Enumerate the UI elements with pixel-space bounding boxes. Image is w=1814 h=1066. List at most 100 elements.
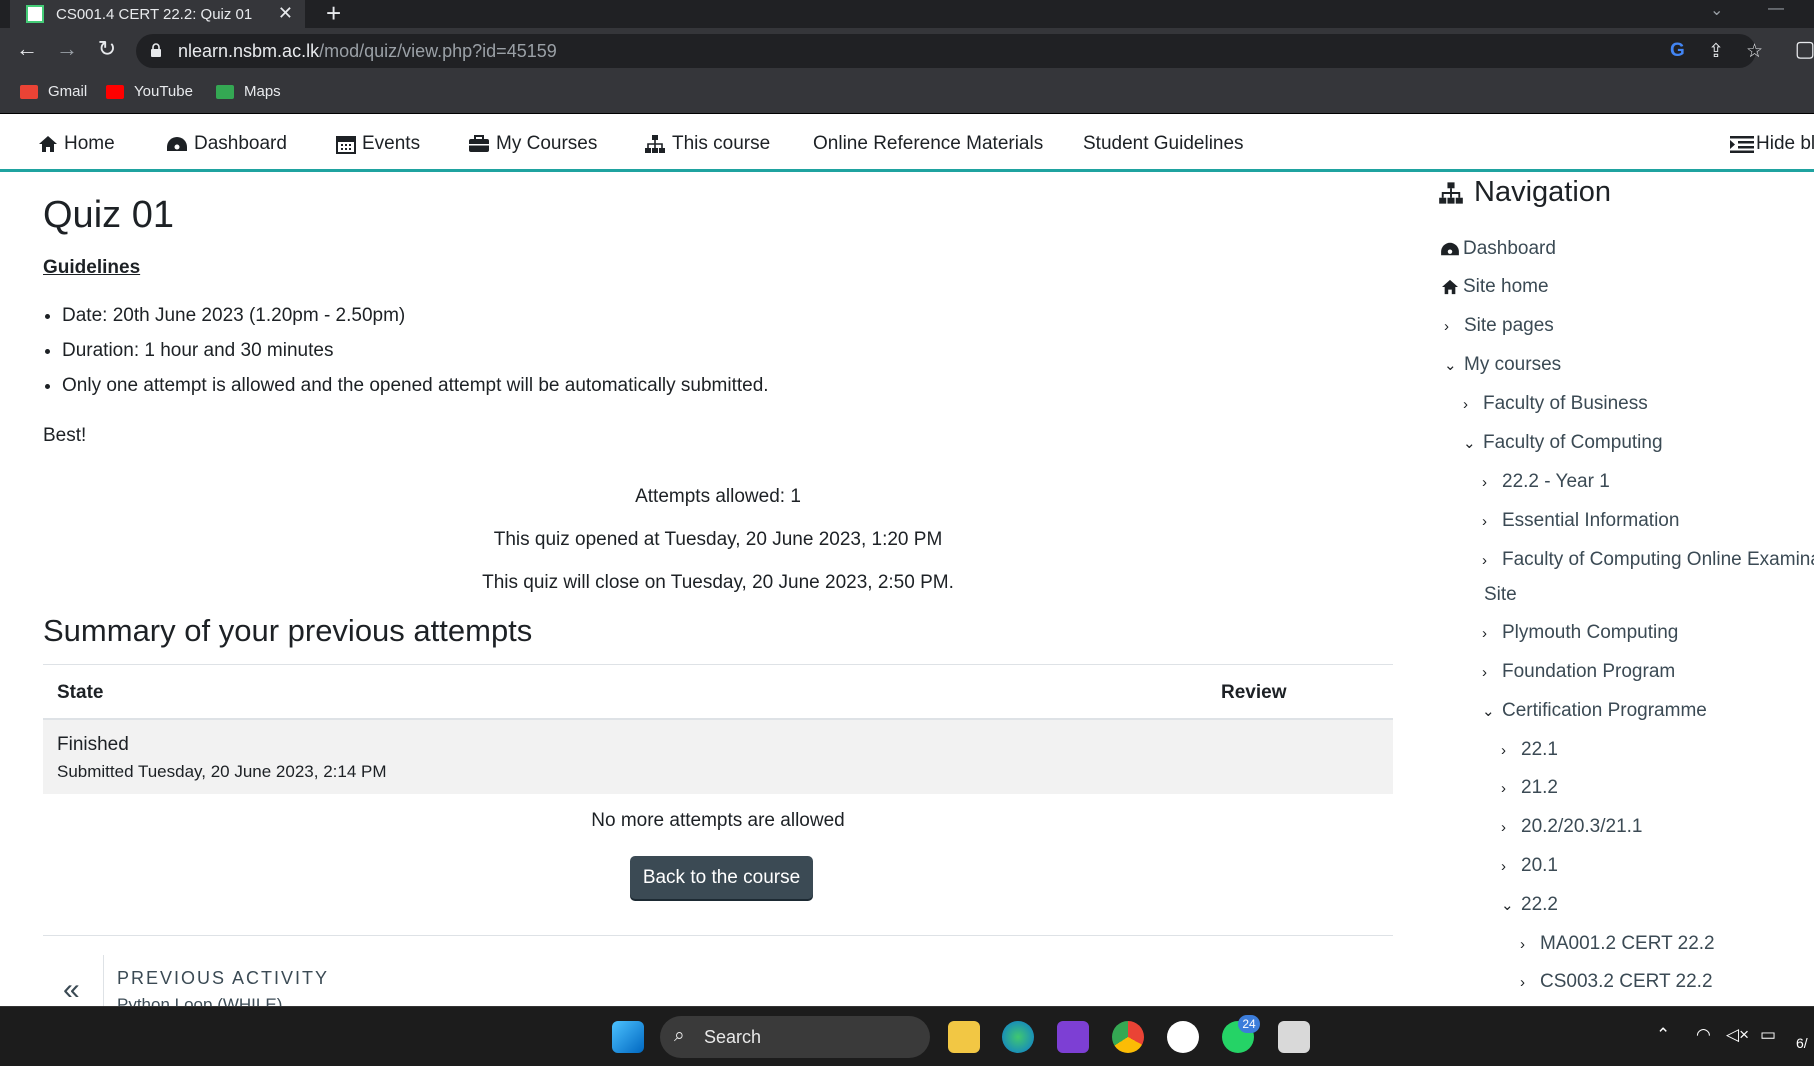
chevron-right-icon: › bbox=[1520, 935, 1525, 953]
attempts-allowed: Attempts allowed: 1 bbox=[635, 486, 801, 507]
bookmark-label: YouTube bbox=[134, 83, 193, 100]
search-label: Search bbox=[704, 1027, 762, 1047]
sidenav-item-year1[interactable]: › 22.2 - Year 1 bbox=[1482, 471, 1610, 493]
double-chevron-left-icon: « bbox=[63, 973, 80, 1006]
sidenav-item-cs003[interactable]: › CS003.2 CERT 22.2 bbox=[1520, 971, 1713, 993]
sidenav-item-site-home[interactable]: Site home bbox=[1440, 276, 1549, 298]
dashboard-icon bbox=[167, 137, 187, 151]
sidenav-item-my-courses[interactable]: ⌄ My courses bbox=[1444, 354, 1561, 376]
sidenav-item-label: 22.2 - Year 1 bbox=[1502, 471, 1610, 492]
battery-icon[interactable]: ▭ bbox=[1760, 1025, 1776, 1045]
edge-icon[interactable] bbox=[1002, 1021, 1034, 1053]
sidenav-item-label: Site bbox=[1484, 584, 1517, 605]
sidenav-item-21-2[interactable]: › 21.2 bbox=[1501, 777, 1558, 799]
bookmark-youtube[interactable]: YouTube bbox=[106, 83, 193, 100]
chevron-right-icon: › bbox=[1482, 551, 1487, 569]
nav-this-course[interactable]: This course bbox=[644, 133, 770, 155]
forward-icon[interactable]: → bbox=[52, 36, 82, 62]
share-icon[interactable]: ⇪ bbox=[1708, 40, 1724, 63]
start-icon[interactable] bbox=[612, 1021, 644, 1053]
chevron-right-icon: › bbox=[1501, 741, 1506, 759]
sidenav-item-label-wrap[interactable]: Site bbox=[1484, 584, 1517, 606]
chevron-right-icon: › bbox=[1501, 857, 1506, 875]
sidenav-item-label: 20.1 bbox=[1521, 855, 1558, 876]
bookmark-maps[interactable]: Maps bbox=[216, 83, 281, 100]
google-icon[interactable]: G bbox=[1670, 40, 1685, 62]
nav-student-guidelines[interactable]: Student Guidelines bbox=[1083, 133, 1244, 155]
lock-icon bbox=[151, 43, 161, 57]
briefcase-icon bbox=[469, 135, 489, 152]
sidenav-item-foundation[interactable]: › Foundation Program bbox=[1482, 661, 1675, 683]
sidenav-item-site-pages[interactable]: › Site pages bbox=[1444, 315, 1554, 337]
address-bar[interactable]: nlearn.nsbm.ac.lk/mod/quiz/view.php?id=4… bbox=[136, 34, 1763, 68]
chevron-down-icon: ⌄ bbox=[1444, 357, 1457, 374]
clock[interactable]: 6/ bbox=[1796, 1035, 1808, 1051]
sidenav-item-faculty-business[interactable]: › Faculty of Business bbox=[1463, 393, 1648, 415]
chevron-up-icon[interactable]: ⌃ bbox=[1656, 1025, 1670, 1045]
nav-label: Dashboard bbox=[194, 133, 287, 154]
sidenav-item-plymouth[interactable]: › Plymouth Computing bbox=[1482, 622, 1678, 644]
quiz-opened-text: This quiz opened at Tuesday, 20 June 202… bbox=[493, 529, 943, 550]
sidenav-item-label: Foundation Program bbox=[1502, 661, 1676, 682]
table-row: Finished Submitted Tuesday, 20 June 2023… bbox=[43, 720, 1393, 794]
summary-heading: Summary of your previous attempts bbox=[43, 613, 533, 648]
navigation-heading-label: Navigation bbox=[1474, 176, 1612, 208]
hide-blocks-label: Hide bl bbox=[1756, 133, 1814, 154]
minimize-icon[interactable]: — bbox=[1768, 0, 1784, 18]
bookmark-star-icon[interactable]: ☆ bbox=[1746, 40, 1763, 63]
column-header-state: State bbox=[57, 682, 104, 703]
notification-badge: 24 bbox=[1238, 1015, 1260, 1033]
quiz-closes-text: This quiz will close on Tuesday, 20 June… bbox=[482, 572, 954, 593]
sidenav-item-20-2[interactable]: › 20.2/20.3/21.1 bbox=[1501, 816, 1643, 838]
chevron-right-icon: › bbox=[1463, 395, 1468, 413]
nav-home[interactable]: Home bbox=[38, 133, 115, 155]
sidenav-item-20-1[interactable]: › 20.1 bbox=[1501, 855, 1558, 877]
bookmark-gmail[interactable]: Gmail bbox=[20, 83, 87, 100]
hide-blocks-button[interactable]: Hide bl bbox=[1730, 133, 1814, 155]
tab-search-icon[interactable]: ⌄ bbox=[1710, 0, 1723, 20]
sidenav-item-ma001[interactable]: › MA001.2 CERT 22.2 bbox=[1520, 933, 1715, 955]
nav-label: Online Reference Materials bbox=[813, 133, 1044, 154]
sidenav-item-dashboard[interactable]: Dashboard bbox=[1440, 238, 1556, 260]
back-icon[interactable]: ← bbox=[12, 36, 42, 62]
nav-events[interactable]: Events bbox=[336, 133, 420, 155]
chevron-right-icon: › bbox=[1444, 317, 1449, 335]
volume-muted-icon[interactable]: ◁× bbox=[1726, 1025, 1749, 1045]
chevron-down-icon: ⌄ bbox=[1463, 435, 1476, 452]
sidenav-item-22-1[interactable]: › 22.1 bbox=[1501, 739, 1558, 761]
file-explorer-icon[interactable] bbox=[948, 1021, 980, 1053]
browser-tab[interactable]: CS001.4 CERT 22.2: Quiz 01 ✕ bbox=[10, 0, 305, 28]
taskbar-search[interactable]: ⌕ Search bbox=[660, 1016, 930, 1058]
sidepanel-icon[interactable]: ▢ bbox=[1790, 36, 1814, 62]
nav-my-courses[interactable]: My Courses bbox=[468, 133, 597, 155]
sidenav-item-label: Site home bbox=[1463, 276, 1549, 297]
chevron-right-icon: › bbox=[1482, 473, 1487, 491]
search-icon: ⌕ bbox=[674, 1025, 685, 1046]
sidenav-item-label: Faculty of Computing Online Examina bbox=[1502, 549, 1814, 570]
browser-tabstrip: CS001.4 CERT 22.2: Quiz 01 ✕ + ⌄ — bbox=[0, 0, 1814, 28]
sidenav-item-label: Faculty of Business bbox=[1483, 393, 1648, 414]
nav-dashboard[interactable]: Dashboard bbox=[166, 133, 287, 155]
xbox-icon[interactable] bbox=[1167, 1021, 1199, 1053]
snipping-tool-icon[interactable] bbox=[1278, 1021, 1310, 1053]
sidenav-item-faculty-computing[interactable]: ⌄ Faculty of Computing bbox=[1463, 432, 1663, 454]
sidenav-item-certification[interactable]: ⌄ Certification Programme bbox=[1482, 700, 1707, 722]
sidenav-item-label: CS003.2 CERT 22.2 bbox=[1540, 971, 1713, 992]
app-icon[interactable] bbox=[1057, 1021, 1089, 1053]
back-to-course-button[interactable]: Back to the course bbox=[630, 856, 813, 899]
wifi-icon[interactable]: ◠ bbox=[1696, 1025, 1711, 1045]
nav-online-reference[interactable]: Online Reference Materials bbox=[813, 133, 1043, 155]
guidelines-heading: Guidelines bbox=[43, 257, 141, 278]
taskbar: ⌕ Search 24 ⌃ ◠ ◁× ▭ 6/ bbox=[0, 1006, 1814, 1066]
list-item: Only one attempt is allowed and the open… bbox=[62, 368, 769, 403]
sidenav-item-label: Certification Programme bbox=[1502, 700, 1707, 721]
browser-toolbar: ← → ↻ nlearn.nsbm.ac.lk/mod/quiz/view.ph… bbox=[0, 28, 1814, 74]
sidenav-item-online-exam-site[interactable]: › Faculty of Computing Online Examina bbox=[1482, 549, 1814, 571]
close-tab-icon[interactable]: ✕ bbox=[278, 3, 293, 24]
chrome-icon[interactable] bbox=[1112, 1021, 1144, 1053]
sidenav-item-label: Dashboard bbox=[1463, 238, 1556, 259]
new-tab-icon[interactable]: + bbox=[326, 0, 341, 29]
sidenav-item-essential-info[interactable]: › Essential Information bbox=[1482, 510, 1679, 532]
sidenav-item-22-2[interactable]: ⌄ 22.2 bbox=[1501, 894, 1558, 916]
reload-icon[interactable]: ↻ bbox=[92, 36, 122, 62]
